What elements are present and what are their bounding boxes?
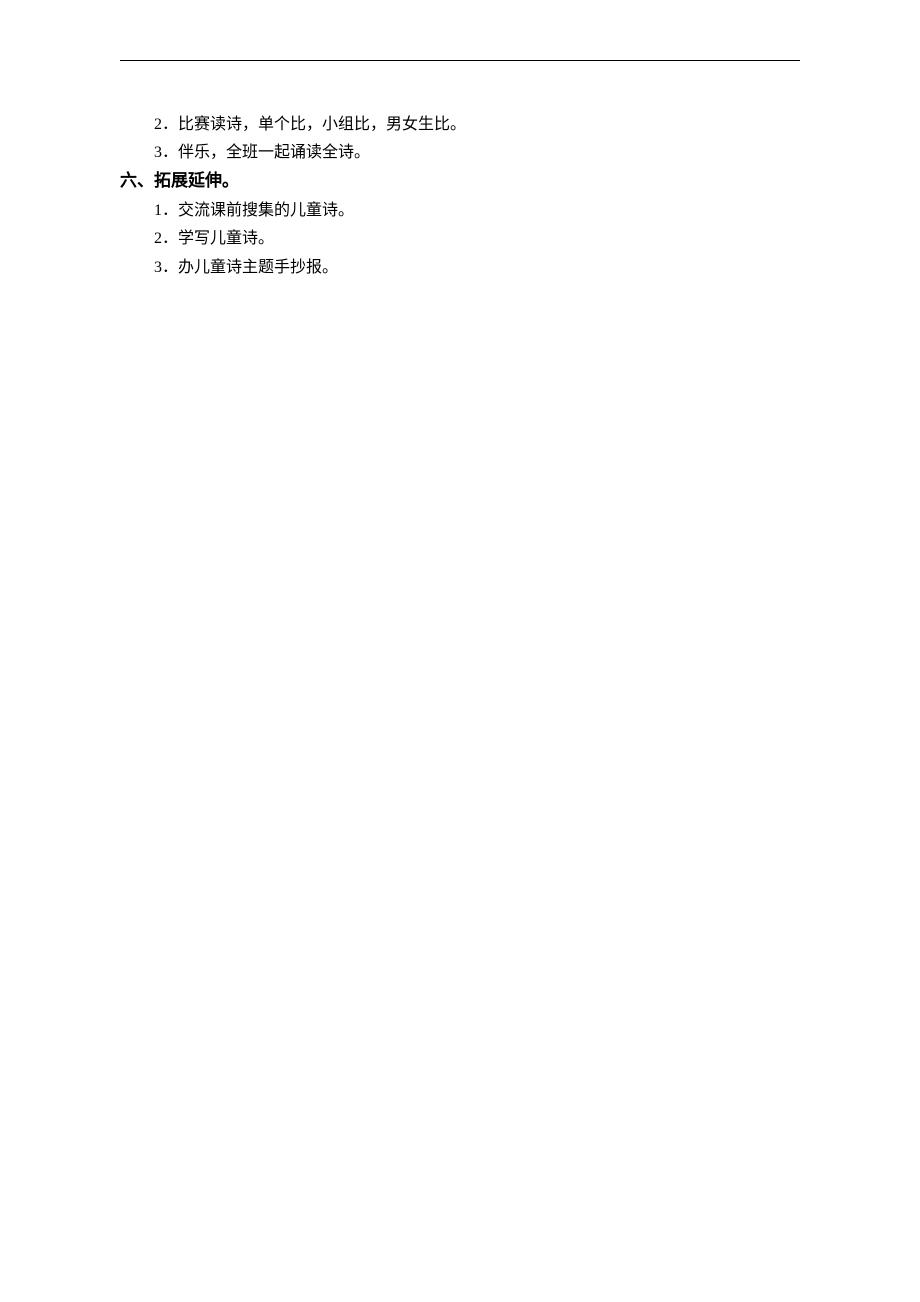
list-item: 3．办儿童诗主题手抄报。 xyxy=(120,254,800,281)
header-rule xyxy=(120,60,800,61)
list-item: 2．比赛读诗，单个比，小组比，男女生比。 xyxy=(120,111,800,138)
page-container: 2．比赛读诗，单个比，小组比，男女生比。 3．伴乐，全班一起诵读全诗。 六、拓展… xyxy=(0,0,920,281)
section-heading: 六、拓展延伸。 xyxy=(120,167,800,196)
document-content: 2．比赛读诗，单个比，小组比，男女生比。 3．伴乐，全班一起诵读全诗。 六、拓展… xyxy=(120,111,800,281)
list-item: 3．伴乐，全班一起诵读全诗。 xyxy=(120,139,800,166)
list-item: 1．交流课前搜集的儿童诗。 xyxy=(120,197,800,224)
list-item: 2．学写儿童诗。 xyxy=(120,225,800,252)
